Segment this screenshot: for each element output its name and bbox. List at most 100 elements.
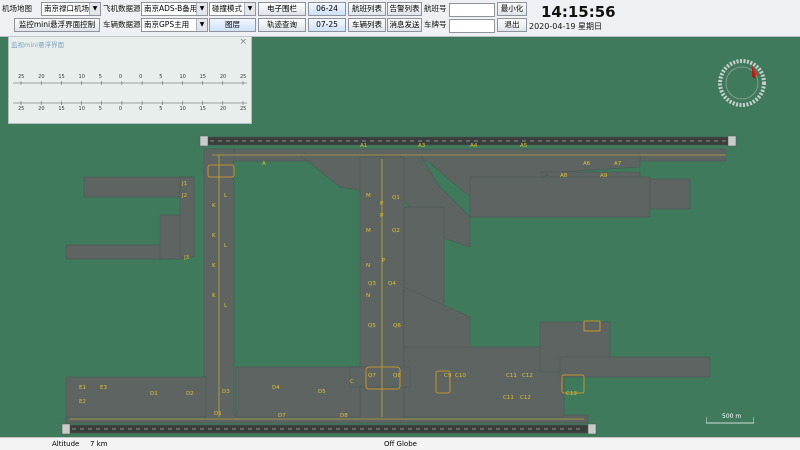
mini-scale-tick: 25: [18, 74, 24, 80]
svg-text:Q2: Q2: [392, 228, 400, 234]
mini-scale-tick: 25: [240, 106, 246, 112]
pavement: [61, 135, 737, 435]
mini-scale-tick: 0: [119, 74, 122, 80]
compass-icon[interactable]: [718, 59, 766, 107]
aircraft-feed-select[interactable]: 南京ADS-B备用 ▼: [141, 2, 208, 16]
vehicle-no-input[interactable]: [449, 19, 495, 33]
mini-scale-tick: 20: [38, 106, 44, 112]
svg-text:D8: D8: [340, 413, 348, 419]
chevron-down-icon: ▼: [244, 3, 255, 15]
status-bar: Altitude 7 km Off Globe: [0, 437, 800, 450]
chevron-down-icon: ▼: [89, 3, 100, 15]
mini-scale: 25 20 15 10 5 0 0 5 10 15 20 25 25 20 15 10 5 0 0 5 10 15 20 2…: [13, 74, 247, 112]
svg-text:J2: J2: [181, 193, 187, 199]
svg-text:K: K: [212, 263, 216, 269]
svg-text:C12: C12: [520, 395, 531, 401]
svg-text:C12: C12: [522, 373, 533, 379]
mini-scale-tick: 25: [18, 106, 24, 112]
svg-text:J3: J3: [183, 255, 190, 261]
svg-text:N: N: [366, 263, 370, 269]
svg-text:C10: C10: [455, 373, 466, 379]
svg-text:D1: D1: [214, 411, 222, 417]
mini-scale-tick: 10: [179, 106, 185, 112]
clock-time: 14:15:56: [541, 3, 616, 21]
svg-text:A8: A8: [560, 173, 568, 179]
svg-text:M: M: [366, 193, 371, 199]
mini-scale-tick: 25: [240, 74, 246, 80]
svg-text:Q1: Q1: [392, 195, 400, 201]
layers-button[interactable]: 图层: [209, 18, 256, 32]
svg-text:C: C: [350, 379, 354, 385]
mini-scale-tick: 0: [139, 74, 142, 80]
mini-scale-tick: 5: [99, 74, 102, 80]
svg-text:E1: E1: [79, 385, 86, 391]
vehicle-no-label: 车牌号: [424, 20, 447, 29]
mini-scale-tick: 5: [159, 106, 162, 112]
flight-no-input[interactable]: [449, 3, 495, 17]
mini-scale-tick: 20: [220, 74, 226, 80]
minimize-button[interactable]: 最小化: [497, 2, 527, 16]
svg-text:K: K: [212, 293, 216, 299]
svg-text:Q3: Q3: [368, 281, 376, 287]
chevron-down-icon: ▼: [196, 19, 207, 31]
svg-text:E3: E3: [100, 385, 107, 391]
mini-scale-tick: 20: [38, 74, 44, 80]
svg-text:C11: C11: [503, 395, 514, 401]
chevron-down-icon: ▼: [196, 3, 207, 15]
svg-text:D5: D5: [318, 389, 326, 395]
mini-scale-tick: 15: [58, 74, 64, 80]
runway-07-25-button[interactable]: 07-25: [308, 18, 346, 32]
runway-06-24-button[interactable]: 06-24: [308, 2, 346, 16]
track-query-button[interactable]: 轨迹查询: [258, 18, 306, 32]
mini-scale-tick: 15: [200, 106, 206, 112]
mini-scale-tick: 10: [79, 106, 85, 112]
mini-scale-tick: 20: [220, 106, 226, 112]
mini-scale-tick: 0: [139, 106, 142, 112]
flight-no-label: 航班号: [424, 4, 447, 13]
monitor-mini-button[interactable]: 监控mini悬浮界面控制: [14, 18, 100, 32]
exit-button[interactable]: 退出: [497, 18, 527, 32]
globe-state: Off Globe: [384, 440, 417, 448]
svg-text:M: M: [366, 228, 371, 234]
svg-text:Q5: Q5: [368, 323, 376, 329]
flight-list-button[interactable]: 航班列表: [348, 2, 386, 16]
svg-text:A: A: [262, 161, 266, 167]
airport-select[interactable]: 南京禄口机场 ▼: [41, 2, 101, 16]
airport-map-label: 机场地图: [2, 4, 32, 13]
svg-text:K: K: [212, 233, 216, 239]
mini-monitor-panel[interactable]: 监视mini悬浮界面 × 25 20 15 10 5 0 0 5 10 15 20 25 25 20 15…: [8, 36, 252, 124]
svg-text:C9: C9: [444, 373, 452, 379]
map-scale-label: 500 m: [722, 413, 742, 420]
svg-text:A9: A9: [600, 173, 608, 179]
svg-text:D3: D3: [222, 389, 230, 395]
svg-text:J1: J1: [181, 181, 187, 187]
svg-text:A7: A7: [614, 161, 622, 167]
svg-text:A3: A3: [418, 143, 426, 149]
svg-text:Q7: Q7: [368, 373, 376, 379]
svg-text:D4: D4: [272, 385, 280, 391]
mini-scale-tick: 15: [58, 106, 64, 112]
vehicle-list-button[interactable]: 车辆列表: [348, 18, 386, 32]
svg-text:D1: D1: [150, 391, 158, 397]
altitude-value: 7 km: [90, 440, 108, 448]
svg-text:Q6: Q6: [393, 323, 401, 329]
svg-text:D7: D7: [278, 413, 286, 419]
altitude-label: Altitude: [52, 440, 80, 448]
mini-scale-tick: 15: [200, 74, 206, 80]
aircraft-feed-label: 飞机数据源: [103, 4, 141, 13]
vehicle-feed-label: 车辆数据源: [103, 20, 141, 29]
alert-list-button[interactable]: 告警列表: [387, 2, 422, 16]
clock-date: 2020-04-19 星期日: [529, 22, 603, 31]
svg-text:A4: A4: [470, 143, 478, 149]
geofence-button[interactable]: 电子围栏: [258, 2, 306, 16]
svg-text:E2: E2: [79, 399, 86, 405]
mini-scale-tick: 5: [159, 74, 162, 80]
vehicle-feed-select[interactable]: 南京GPS主用 ▼: [141, 18, 208, 32]
svg-text:C11: C11: [506, 373, 517, 379]
svg-text:Q4: Q4: [388, 281, 396, 287]
svg-text:N: N: [366, 293, 370, 299]
mini-scale-tick: 0: [119, 106, 122, 112]
message-send-button[interactable]: 消息发送: [387, 18, 422, 32]
svg-text:D2: D2: [186, 391, 194, 397]
correction-mode-select[interactable]: 碰撞模式 ▼: [209, 2, 256, 16]
